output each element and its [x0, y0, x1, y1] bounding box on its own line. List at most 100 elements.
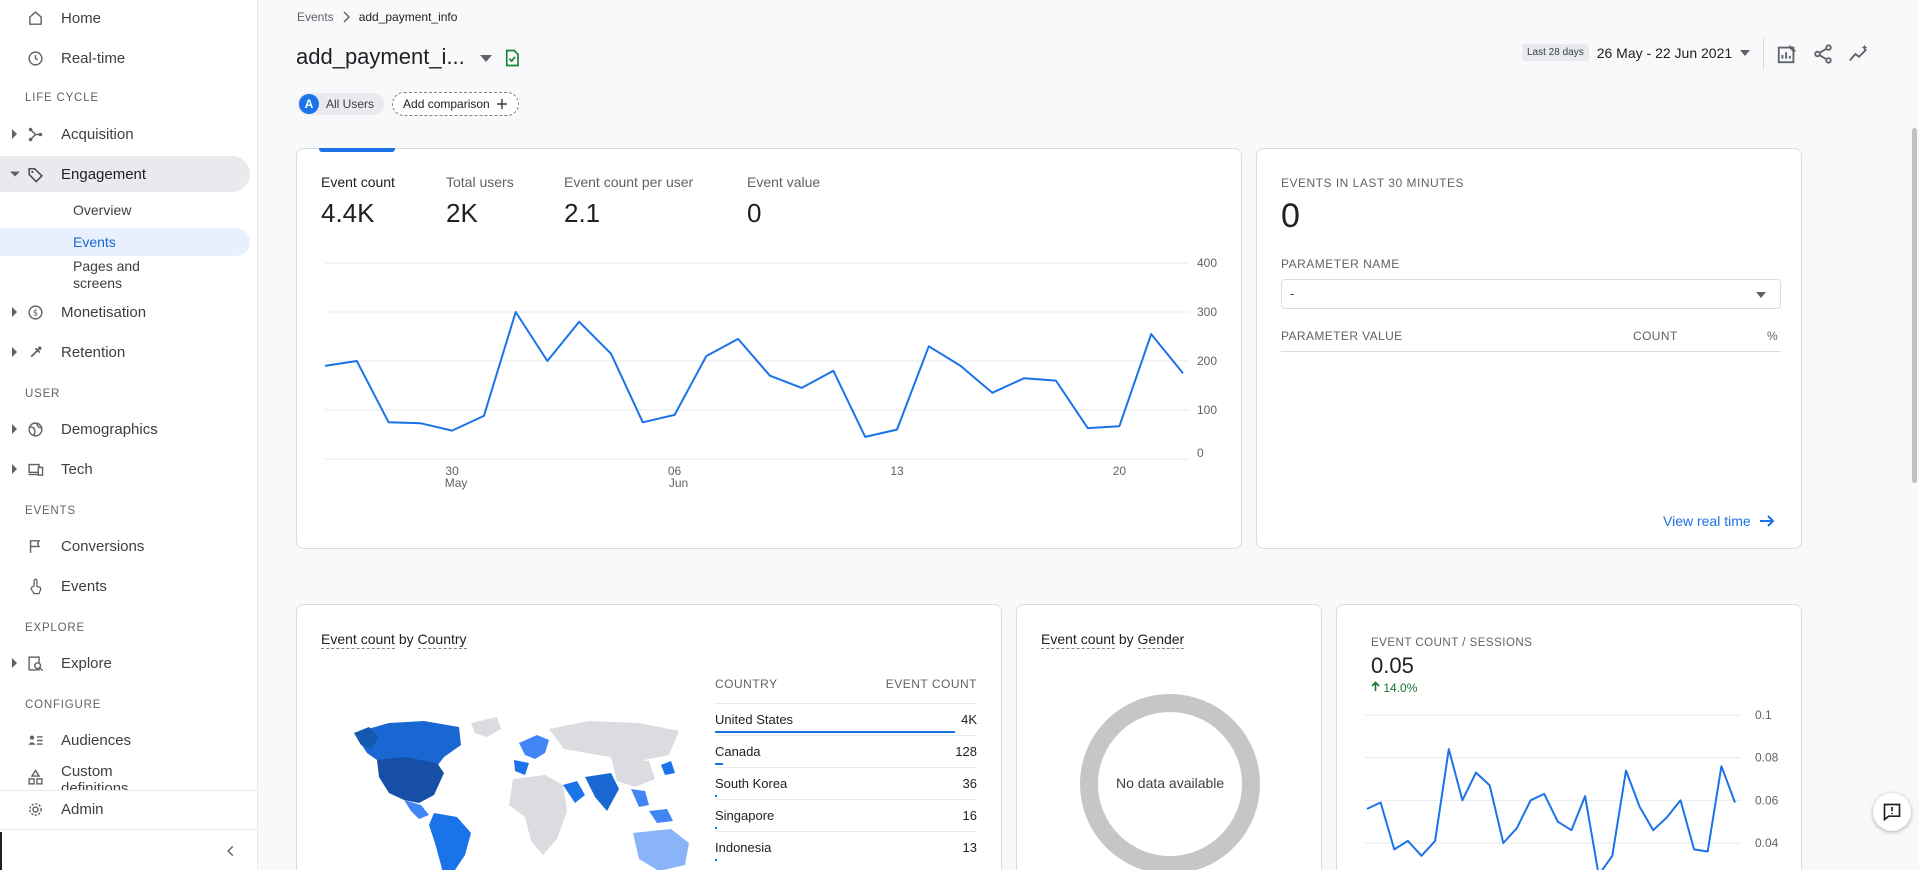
x-tick-label: 13 — [890, 464, 904, 478]
title-dimension: Country — [417, 631, 467, 649]
feedback-button[interactable] — [1873, 793, 1911, 831]
section-user: USER — [25, 388, 61, 400]
x-tick-month-label: May — [445, 476, 468, 490]
nav-admin[interactable]: Admin — [0, 791, 250, 827]
nav-engagement-events[interactable]: Events — [0, 228, 250, 256]
nav-custom-definitions[interactable]: Custom definitions — [0, 760, 250, 790]
nav-overview-label: Overview — [73, 202, 132, 218]
event-trend-card: Event count 4.4K Total users 2K Event co… — [296, 148, 1242, 549]
nav-tech[interactable]: Tech — [0, 451, 250, 487]
globe-icon — [26, 420, 44, 438]
col-percent: % — [1767, 329, 1779, 343]
gender-card-title[interactable]: Event count by Gender — [1041, 631, 1185, 649]
nav-home[interactable]: Home — [0, 0, 250, 36]
table-row[interactable]: Canada 128 — [715, 735, 977, 767]
nav-realtime-label: Real-time — [61, 49, 126, 67]
nav-acquisition[interactable]: Acquisition — [0, 116, 250, 152]
chevron-right-icon — [343, 11, 350, 23]
title-metric: Event count — [1041, 631, 1115, 649]
share-bar — [715, 763, 723, 765]
country-name: Canada — [715, 744, 761, 759]
nav-pages-and-screens[interactable]: Pages and screens — [0, 258, 250, 292]
title-dimension: Gender — [1137, 631, 1185, 649]
collapse-sidebar-button[interactable] — [224, 842, 238, 863]
section-configure: CONFIGURE — [25, 699, 102, 711]
nav-monetisation[interactable]: $ Monetisation — [0, 294, 250, 330]
nav-retention[interactable]: Retention — [0, 334, 250, 370]
share-icon[interactable] — [1812, 43, 1834, 65]
nav-pages-label-line1: Pages and — [73, 258, 140, 274]
realtime-title: EVENTS IN LAST 30 MINUTES — [1281, 176, 1464, 190]
nav-tech-label: Tech — [61, 460, 93, 478]
nav-pages-label-line2: screens — [73, 275, 123, 291]
title-dropdown-icon[interactable] — [480, 55, 492, 62]
customize-report-icon[interactable] — [1776, 43, 1798, 65]
country-card-title[interactable]: Event count by Country — [321, 631, 467, 649]
world-map — [354, 717, 689, 870]
plus-icon — [496, 99, 507, 109]
scrollbar-thumb[interactable] — [1912, 128, 1917, 483]
x-tick-label: 20 — [1113, 464, 1127, 478]
nav-engagement[interactable]: Engagement — [0, 156, 250, 192]
y-tick-label: 0.04 — [1755, 836, 1779, 850]
col-event-count: EVENT COUNT — [885, 677, 977, 691]
touch-icon — [26, 577, 44, 595]
series-line — [1366, 748, 1736, 870]
view-real-time-link[interactable]: View real time — [1663, 513, 1775, 529]
col-country: COUNTRY — [715, 677, 778, 691]
nav-audiences[interactable]: Audiences — [0, 722, 250, 758]
collapse-icon — [227, 845, 234, 857]
y-tick-label: 200 — [1197, 354, 1217, 368]
add-comparison-button[interactable]: Add comparison — [392, 92, 519, 116]
tag-icon — [26, 165, 44, 183]
nav-events-sub-label: Events — [73, 234, 116, 250]
breadcrumb-current: add_payment_info — [358, 10, 458, 24]
country-count: 16 — [962, 808, 977, 823]
series-line — [324, 311, 1184, 438]
nav-demographics-label: Demographics — [61, 420, 158, 438]
audiences-icon — [26, 731, 44, 749]
nav-demographics[interactable]: Demographics — [0, 411, 250, 447]
title-by: by — [398, 631, 414, 647]
insights-icon[interactable] — [1848, 43, 1870, 65]
analytics-app: Home Real-time LIFE CYCLE Acquisition En… — [0, 0, 1919, 870]
nav-conversions[interactable]: Conversions — [0, 528, 250, 564]
all-users-label: All Users — [326, 97, 375, 111]
date-range-label: Last 28 days — [1522, 44, 1589, 61]
nav-custom-label-line2: definitions — [61, 780, 129, 790]
sidebar: Home Real-time LIFE CYCLE Acquisition En… — [0, 0, 258, 870]
nav-retention-label: Retention — [61, 343, 126, 361]
nav-audiences-label: Audiences — [61, 731, 132, 749]
date-range-picker[interactable]: Last 28 days 26 May - 22 Jun 2021 — [1522, 44, 1751, 61]
event-count-line-chart: 010020030040030May06Jun13 20 — [324, 256, 1217, 490]
y-tick-label: 0.06 — [1755, 793, 1779, 807]
chevron-down-icon — [1756, 292, 1766, 298]
all-users-chip[interactable]: A All Users — [297, 93, 385, 115]
nav-acquisition-label: Acquisition — [61, 125, 134, 143]
parameter-select-value: - — [1290, 286, 1295, 301]
y-tick-label: 0.08 — [1755, 751, 1779, 765]
share-bar — [715, 827, 717, 829]
title-by: by — [1118, 631, 1134, 647]
nav-engagement-overview[interactable]: Overview — [0, 200, 250, 222]
nav-custom-label-line1: Custom — [61, 763, 113, 780]
nav-realtime[interactable]: Real-time — [0, 40, 250, 76]
table-row[interactable]: Singapore 16 — [715, 799, 977, 831]
table-row[interactable]: United States 4K — [715, 703, 977, 735]
y-tick-label: 100 — [1197, 403, 1217, 417]
table-row[interactable]: Indonesia 13 — [715, 831, 977, 863]
section-events: EVENTS — [25, 505, 76, 517]
expand-caret-icon — [12, 129, 17, 139]
share-bar — [715, 795, 718, 797]
cursor-marker — [0, 832, 2, 870]
parameter-name-select[interactable]: - — [1281, 279, 1781, 309]
breadcrumb-parent-link[interactable]: Events — [297, 10, 334, 24]
nav-explore[interactable]: Explore — [0, 645, 250, 681]
title-metric: Event count — [321, 631, 395, 649]
page-title: add_payment_i... — [296, 44, 465, 69]
section-lifecycle: LIFE CYCLE — [25, 92, 99, 104]
nav-events[interactable]: Events — [0, 568, 250, 604]
country-table: COUNTRY EVENT COUNT United States 4K Can… — [715, 677, 977, 863]
table-row[interactable]: South Korea 36 — [715, 767, 977, 799]
comparison-badge: A — [299, 94, 319, 114]
